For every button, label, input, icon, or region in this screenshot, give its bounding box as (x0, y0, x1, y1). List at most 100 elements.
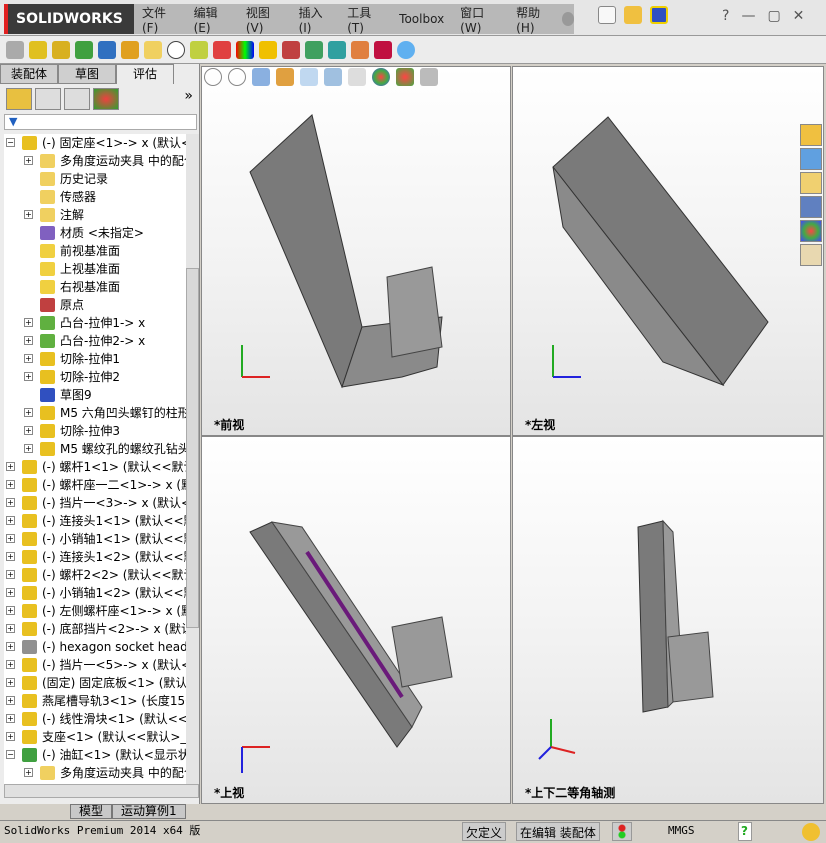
interference-icon[interactable] (29, 40, 47, 59)
scrollbar-thumb[interactable] (186, 268, 199, 628)
tree-item[interactable]: + 多角度运动夹具 中的配合 (4, 764, 186, 782)
tree-item[interactable]: + 切除-拉伸3 (4, 422, 186, 440)
zoom-to-fit-icon[interactable] (204, 68, 222, 86)
tree-item[interactable]: + (-) 螺杆座一二<1>-> x (默 (4, 476, 186, 494)
clearance-icon[interactable] (52, 40, 70, 59)
expand-icon[interactable]: + (6, 570, 15, 579)
costing-icon[interactable] (351, 40, 369, 59)
tree-item[interactable]: + (-) 连接头1<1> (默认<<默 (4, 512, 186, 530)
check-icon[interactable] (259, 40, 277, 59)
menu-toolbox[interactable]: Toolbox (391, 12, 452, 26)
tree-item[interactable]: + 多角度运动夹具 中的配合 (4, 152, 186, 170)
section-view-icon[interactable] (276, 68, 294, 86)
measure-icon[interactable] (6, 40, 24, 59)
close-button[interactable]: ✕ (793, 8, 805, 24)
expand-icon[interactable]: + (6, 552, 15, 561)
display-manager-tab[interactable] (93, 88, 119, 110)
tree-item[interactable]: 上视基准面 (4, 260, 186, 278)
viewport-left[interactable]: *左视 (512, 66, 824, 436)
tree-item[interactable]: + (-) 线性滑块<1> (默认<<默 (4, 710, 186, 728)
tree-item[interactable]: + (-) hexagon socket head (4, 638, 186, 656)
tree-item[interactable]: + 燕尾槽导轨3<1> (长度150- (4, 692, 186, 710)
expand-icon[interactable]: + (6, 714, 15, 723)
help-button[interactable]: ? (722, 8, 729, 24)
expand-icon[interactable]: + (6, 696, 15, 705)
tree-item[interactable]: + (-) 连接头1<2> (默认<<默 (4, 548, 186, 566)
tree-item[interactable]: 前视基准面 (4, 242, 186, 260)
feature-manager-tab[interactable] (6, 88, 32, 110)
rebuild-warning-icon[interactable] (650, 6, 668, 24)
restore-button[interactable]: ▢ (767, 8, 780, 24)
expand-icon[interactable]: + (24, 444, 33, 453)
tree-item[interactable]: + M5 螺纹孔的螺纹孔钻头 (4, 440, 186, 458)
tab-motion-study[interactable]: 运动算例1 (112, 804, 186, 819)
menu-window[interactable]: 窗口(W) (452, 4, 508, 35)
tree-item[interactable]: + 切除-拉伸1 (4, 350, 186, 368)
expand-icon[interactable]: + (6, 660, 15, 669)
expand-icon[interactable]: + (6, 462, 15, 471)
tree-item[interactable]: + 支座<1> (默认<<默认>_显示 (4, 728, 186, 746)
tree-item[interactable]: 原点 (4, 296, 186, 314)
solidworks-logo[interactable]: SOLIDWORKS (4, 4, 134, 34)
configuration-manager-tab[interactable] (64, 88, 90, 110)
tree-filter[interactable]: ▼ (4, 114, 197, 130)
expand-icon[interactable]: + (24, 336, 33, 345)
tree-item[interactable]: + (-) 小销轴1<2> (默认<<默 (4, 584, 186, 602)
tree-item[interactable]: 右视基准面 (4, 278, 186, 296)
collapse-icon[interactable]: − (6, 138, 15, 147)
measure-tape-icon[interactable] (98, 40, 116, 59)
tree-item[interactable]: + (-) 螺杆1<1> (默认<<默认 (4, 458, 186, 476)
expand-icon[interactable]: + (6, 534, 15, 543)
hole-alignment-icon[interactable] (75, 40, 93, 59)
check-sketch-icon[interactable] (305, 40, 323, 59)
simulation-icon[interactable] (328, 40, 346, 59)
tree-item[interactable]: + (-) 小销轴1<1> (默认<<默 (4, 530, 186, 548)
assembly-visualization-icon[interactable] (190, 40, 208, 59)
expand-icon[interactable]: + (6, 480, 15, 489)
expand-icon[interactable]: + (24, 354, 33, 363)
tree-item[interactable]: + 凸台-拉伸1-> x (4, 314, 186, 332)
menu-insert[interactable]: 插入(I) (291, 4, 340, 35)
minimize-button[interactable]: — (741, 8, 755, 24)
property-manager-tab[interactable] (35, 88, 61, 110)
tree-item[interactable]: + (固定) 固定底板<1> (默认 (4, 674, 186, 692)
curvature-icon[interactable] (236, 40, 254, 59)
tree-horizontal-scrollbar[interactable] (4, 784, 199, 798)
design-check-icon[interactable] (374, 40, 392, 59)
tree-item[interactable]: 传感器 (4, 188, 186, 206)
new-document-icon[interactable] (598, 6, 616, 24)
tab-sketch[interactable]: 草图 (58, 64, 116, 84)
viewport-front[interactable]: *前视 (201, 66, 511, 436)
performance-icon[interactable] (213, 40, 231, 59)
view-settings-icon[interactable] (420, 68, 438, 86)
expand-icon[interactable]: + (6, 498, 15, 507)
expand-icon[interactable]: + (6, 624, 15, 633)
view-orientation-icon[interactable] (300, 68, 318, 86)
menu-tools[interactable]: 工具(T) (339, 4, 391, 35)
previous-view-icon[interactable] (252, 68, 270, 86)
custom-properties-icon[interactable] (800, 244, 822, 266)
tree-item[interactable]: + (-) 挡片一<5>-> x (默认< (4, 656, 186, 674)
apply-scene-icon[interactable] (396, 68, 414, 86)
tree-item[interactable]: + (-) 左侧螺杆座<1>-> x (默 (4, 602, 186, 620)
tab-model[interactable]: 模型 (70, 804, 113, 819)
menu-help[interactable]: 帮助(H) (508, 4, 561, 35)
expand-icon[interactable]: + (24, 768, 33, 777)
sustainability-icon[interactable] (397, 40, 415, 59)
display-style-icon[interactable] (324, 68, 342, 86)
tag-icon[interactable] (802, 823, 820, 841)
expand-icon[interactable]: + (6, 642, 15, 651)
compare-icon[interactable] (282, 40, 300, 59)
tree-item[interactable]: 历史记录 (4, 170, 186, 188)
expand-icon[interactable]: + (24, 408, 33, 417)
menu-view[interactable]: 视图(V) (238, 4, 291, 35)
tree-item[interactable]: + (-) 底部挡片<2>-> x (默认 (4, 620, 186, 638)
tree-item[interactable]: + 凸台-拉伸2-> x (4, 332, 186, 350)
hide-show-icon[interactable] (348, 68, 366, 86)
open-folder-icon[interactable] (624, 6, 642, 24)
appearances-icon[interactable] (800, 220, 822, 242)
tree-item[interactable]: + M5 六角凹头螺钉的柱形沉头孔 (4, 404, 186, 422)
unit-system[interactable]: MMGS (668, 821, 695, 841)
expand-icon[interactable]: + (6, 588, 15, 597)
tree-item[interactable]: 草图9 (4, 386, 186, 404)
